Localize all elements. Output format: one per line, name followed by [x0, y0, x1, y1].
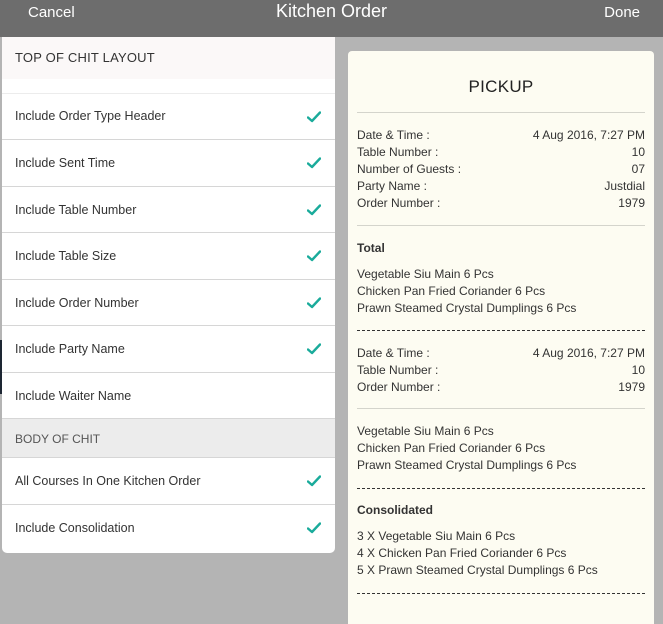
- divider: [357, 408, 645, 409]
- settings-panel: TOP OF CHIT LAYOUT Include Order Type He…: [2, 37, 335, 553]
- order-item: Prawn Steamed Crystal Dumplings 6 Pcs: [357, 458, 577, 472]
- detail-key: Number of Guests :: [357, 162, 462, 176]
- dashed-divider: [357, 330, 645, 331]
- toggle-row-all-courses-one-order[interactable]: All Courses In One Kitchen Order: [2, 458, 335, 505]
- row-label: Include Sent Time: [15, 156, 116, 170]
- chit-preview: PICKUP Date & Time :4 Aug 2016, 7:27 PM …: [348, 51, 654, 624]
- detail-row: Table Number : 10: [357, 144, 645, 161]
- order-item: Prawn Steamed Crystal Dumplings 6 Pcs: [357, 301, 577, 315]
- consolidated-item: 3 X Vegetable Siu Main 6 Pcs: [357, 529, 516, 543]
- toggle-row-waiter-name[interactable]: Include Waiter Name: [2, 373, 335, 419]
- total-label: Total: [357, 241, 385, 255]
- detail-key: Date & Time :: [357, 128, 430, 142]
- detail-row: Table Number : 10: [357, 362, 645, 379]
- checkmark-icon: [307, 296, 321, 308]
- checkmark-icon: [307, 111, 321, 123]
- row-label: Include Party Name: [15, 342, 125, 356]
- toggle-row-order-number[interactable]: Include Order Number: [2, 280, 335, 326]
- detail-value: 1979: [618, 196, 645, 210]
- detail-value: 4 Aug 2016, 7:27 PM: [532, 128, 645, 142]
- detail-row: Party Name : Justdial: [357, 178, 645, 195]
- row-label: Include Order Number: [15, 295, 139, 310]
- toggle-row-table-size[interactable]: Include Table Size: [2, 233, 335, 280]
- toggle-row-consolidation[interactable]: Include Consolidation: [2, 505, 335, 552]
- top-bar: Cancel Kitchen Order Done: [0, 0, 663, 37]
- order-item: Chicken Pan Fried Coriander 6 Pcs: [357, 284, 546, 298]
- consolidated-item: 4 X Chicken Pan Fried Coriander 6 Pcs: [357, 546, 567, 560]
- detail-value: 10: [631, 363, 645, 377]
- detail-row: Date & Time : 4 Aug 2016, 7:27 PM: [357, 127, 645, 144]
- detail-row: Number of Guests : 07: [357, 161, 645, 178]
- detail-value: 1979: [618, 380, 645, 394]
- toggle-row-order-type-header[interactable]: Include Order Type Header: [2, 94, 335, 140]
- detail-value: 07: [631, 162, 645, 176]
- detail-key: Party Name :: [357, 179, 428, 193]
- toggle-row-sent-time[interactable]: Include Sent Time: [2, 140, 335, 187]
- detail-key: Table Number :: [357, 145, 439, 159]
- divider: [357, 112, 645, 113]
- row-label: Include Waiter Name: [15, 388, 132, 403]
- checkmark-icon: [307, 475, 321, 487]
- dashed-divider: [357, 488, 645, 489]
- row-label: Include Order Type Header: [15, 109, 166, 123]
- detail-key: Date & Time :: [357, 346, 430, 360]
- consolidated-label: Consolidated: [357, 503, 434, 517]
- done-button[interactable]: Done: [604, 4, 640, 21]
- order-item: Vegetable Siu Main 6 Pcs: [357, 424, 494, 438]
- page-title: Kitchen Order: [275, 1, 388, 21]
- order-item: Vegetable Siu Main 6 Pcs: [357, 267, 494, 281]
- checkmark-icon: [307, 250, 321, 262]
- checkmark-icon: [307, 157, 321, 169]
- row-label: Include Table Size: [15, 249, 117, 263]
- divider: [357, 225, 645, 226]
- detail-row: Date & Time : 4 Aug 2016, 7:27 PM: [357, 345, 645, 362]
- body-of-chit-section-header: BODY OF CHIT: [2, 419, 335, 458]
- checkmark-icon: [307, 203, 321, 215]
- row-label: Include Consolidation: [15, 520, 135, 535]
- chit-title: PICKUP: [468, 77, 534, 96]
- detail-row: Order Number : 1979: [357, 195, 645, 212]
- detail-value: 4 Aug 2016, 7:27 PM: [532, 346, 645, 360]
- toggle-row-party-name[interactable]: Include Party Name: [2, 326, 335, 373]
- detail-key: Table Number :: [357, 363, 439, 377]
- detail-key: Order Number :: [357, 196, 441, 210]
- detail-row: Order Number : 1979: [357, 379, 645, 396]
- row-label: All Courses In One Kitchen Order: [15, 474, 201, 488]
- row-label: Include Table Number: [15, 202, 137, 217]
- section-spacer: [2, 79, 335, 94]
- detail-value: 10: [631, 145, 645, 159]
- dashed-divider: [357, 593, 645, 594]
- top-of-chit-section-header: TOP OF CHIT LAYOUT: [2, 37, 335, 79]
- checkmark-icon: [307, 521, 321, 533]
- consolidated-item: 5 X Prawn Steamed Crystal Dumplings 6 Pc…: [357, 563, 598, 577]
- detail-key: Order Number :: [357, 380, 441, 394]
- order-item: Chicken Pan Fried Coriander 6 Pcs: [357, 441, 546, 455]
- checkmark-icon: [307, 343, 321, 355]
- toggle-row-table-number[interactable]: Include Table Number: [2, 187, 335, 233]
- detail-value: Justdial: [604, 179, 645, 193]
